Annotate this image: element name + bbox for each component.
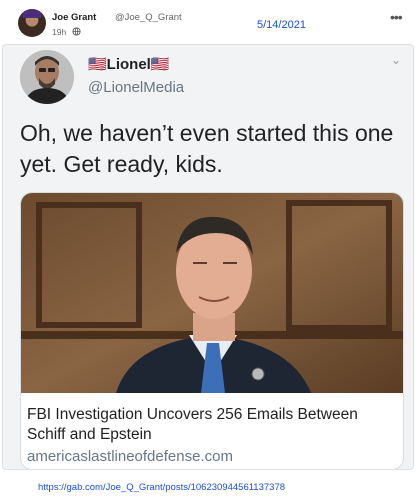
ellipsis-icon[interactable]: ••• [390,9,403,25]
tweet-text: Oh, we haven’t even started this one yet… [20,120,394,177]
post-url-link[interactable]: https://gab.com/Joe_Q_Grant/posts/106230… [38,482,285,493]
author-handle[interactable]: @Joe_Q_Grant [115,12,182,23]
link-preview-card[interactable]: FBI Investigation Uncovers 256 Emails Be… [20,192,404,469]
post-date: 5/14/2021 [257,19,306,31]
avatar[interactable] [18,9,46,37]
article-photo [21,193,403,393]
post-time[interactable]: 19h [52,27,66,37]
link-preview-domain: americaslastlineofdefense.com [27,448,233,465]
avatar-portrait [20,50,74,104]
tweet-avatar [20,50,74,104]
link-preview-title: FBI Investigation Uncovers 256 Emails Be… [27,406,358,443]
tweet-author-handle[interactable]: @LionelMedia [88,79,184,96]
author-name[interactable]: Joe Grant [52,12,96,23]
tweet-screenshot: 🇺🇸Lionel🇺🇸 @LionelMedia ⌄ Oh, we haven’t… [2,44,414,470]
globe-icon [72,27,81,36]
tweet-author-name[interactable]: 🇺🇸Lionel🇺🇸 [88,55,170,73]
gab-post-header: Joe Grant @Joe_Q_Grant 19h 5/14/2021 ••• [0,0,416,44]
chevron-down-icon[interactable]: ⌄ [391,53,401,67]
